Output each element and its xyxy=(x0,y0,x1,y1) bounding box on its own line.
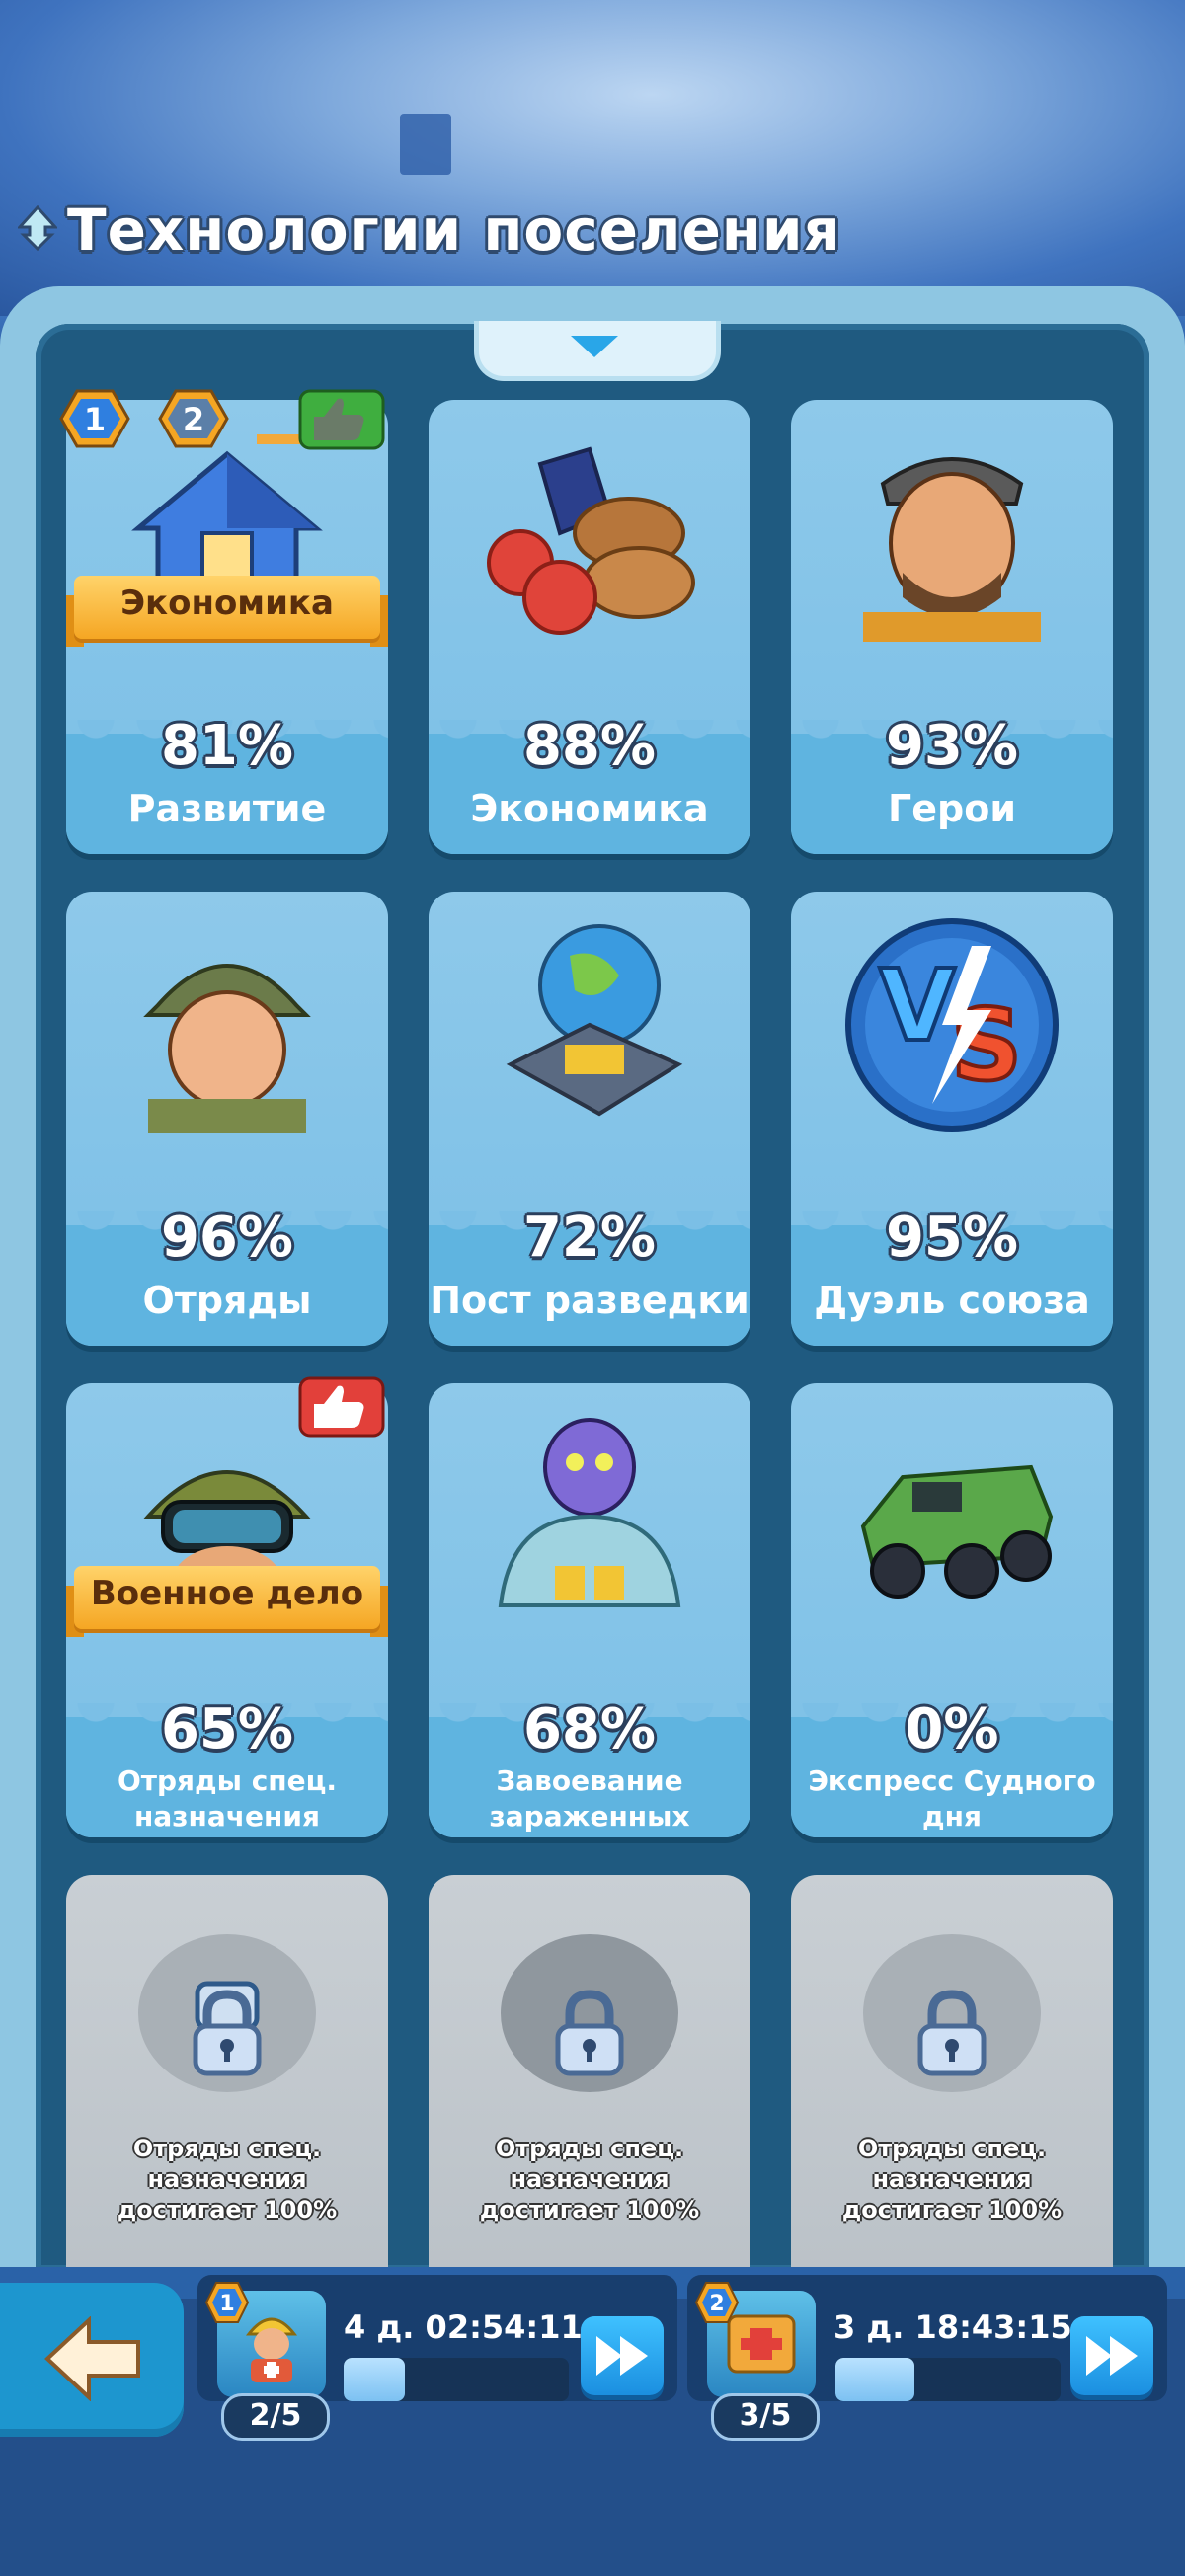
thumbs-up-icon[interactable] xyxy=(298,387,385,452)
card-title: Герои xyxy=(888,787,1016,830)
tech-card-economy[interactable]: 88% Экономика xyxy=(429,400,750,854)
queue-progress-bar xyxy=(344,2358,569,2401)
tech-card-special-forces[interactable]: Военное дело 65% Отряды спец. назначения xyxy=(66,1383,388,1837)
queue-progress-fill xyxy=(344,2358,405,2401)
tech-card-locked[interactable]: Отряды спец. назначения достигает 100% xyxy=(66,1875,388,2329)
speed-up-button[interactable] xyxy=(581,2316,664,2395)
progress-percent: 0% xyxy=(905,1697,999,1761)
svg-text:2: 2 xyxy=(709,2292,724,2316)
tech-card-infected-conquest[interactable]: 68% Завоевание зараженных xyxy=(429,1383,750,1837)
category-ribbon: Военное дело xyxy=(66,1566,388,1643)
category-ribbon: Экономика xyxy=(66,576,388,653)
queue-number-badge: 2 xyxy=(694,2282,740,2323)
background-decor xyxy=(400,114,451,175)
soldier-icon xyxy=(143,964,311,1133)
thumbs-up-icon[interactable] xyxy=(298,1374,385,1440)
card-title: Отряды спец. назначения xyxy=(117,1764,338,1833)
arrow-left-icon xyxy=(44,2316,140,2401)
progress-percent: 96% xyxy=(160,1206,294,1270)
queue-progress-bar xyxy=(835,2358,1061,2401)
armored-truck-icon xyxy=(860,1464,1054,1599)
chevron-down-icon[interactable] xyxy=(571,336,618,357)
unlock-requirement: Отряды спец. назначения достигает 100% xyxy=(479,2135,700,2224)
versus-icon: V S xyxy=(845,918,1059,1132)
card-title: Экспресс Судного дня xyxy=(808,1764,1096,1833)
progress-percent: 81% xyxy=(160,714,294,778)
speed-up-button[interactable] xyxy=(1070,2316,1153,2395)
lock-icon xyxy=(917,1990,987,2076)
badge-2-icon: 2 xyxy=(158,389,229,448)
svg-text:V: V xyxy=(879,948,955,1063)
tech-card-heroes[interactable]: 93% Герои xyxy=(791,400,1113,854)
queue-count: 2/5 xyxy=(221,2393,330,2441)
resources-icon xyxy=(487,446,695,635)
queue-timer: 4 д. 02:54:11 xyxy=(344,2308,583,2346)
svg-text:2: 2 xyxy=(183,401,204,438)
tech-card-outpost[interactable]: 72% Пост разведки xyxy=(429,892,750,1346)
tree-arrow-icon xyxy=(18,205,57,252)
badge-1-icon: 1 xyxy=(59,389,130,448)
tech-card-locked[interactable]: Отряды спец. назначения достигает 100% xyxy=(429,1875,750,2329)
progress-percent: 68% xyxy=(522,1697,657,1761)
progress-percent: 95% xyxy=(885,1206,1019,1270)
card-title: Экономика xyxy=(470,787,709,830)
lock-icon xyxy=(193,1990,262,2076)
unlock-requirement: Отряды спец. назначения достигает 100% xyxy=(841,2135,1063,2224)
card-title: Дуэль союза xyxy=(814,1279,1090,1322)
fast-forward-icon xyxy=(596,2336,648,2376)
queue-progress-fill xyxy=(835,2358,914,2401)
page-title: Технологии поселения xyxy=(67,196,841,264)
queue-timer: 3 д. 18:43:15 xyxy=(833,2308,1072,2346)
svg-text:1: 1 xyxy=(84,401,106,438)
page-title-bar: Технологии поселения xyxy=(18,195,841,265)
svg-text:1: 1 xyxy=(219,2292,234,2316)
card-title: Развитие xyxy=(127,787,327,830)
lock-icon xyxy=(555,1990,624,2076)
unlock-requirement: Отряды спец. назначения достигает 100% xyxy=(117,2135,338,2224)
progress-percent: 88% xyxy=(522,714,657,778)
tech-card-doomsday-express[interactable]: 0% Экспресс Судного дня xyxy=(791,1383,1113,1837)
card-title: Пост разведки xyxy=(430,1279,750,1322)
progress-percent: 65% xyxy=(160,1697,294,1761)
tech-card-locked[interactable]: Отряды спец. назначения достигает 100% xyxy=(791,1875,1113,2329)
tech-card-alliance-duel[interactable]: V S 95% Дуэль союза xyxy=(791,892,1113,1346)
hero-portrait-icon xyxy=(863,457,1041,642)
queue-number-badge: 1 xyxy=(204,2282,250,2323)
tech-card-troops[interactable]: 96% Отряды xyxy=(66,892,388,1346)
queue-count: 3/5 xyxy=(711,2393,820,2441)
globe-outpost-icon xyxy=(506,924,683,1117)
progress-percent: 93% xyxy=(885,714,1019,778)
card-title: Отряды xyxy=(142,1279,312,1322)
progress-percent: 72% xyxy=(522,1206,657,1270)
back-button[interactable] xyxy=(0,2283,184,2437)
background-sky xyxy=(0,0,1185,316)
card-title: Завоевание зараженных xyxy=(489,1764,690,1833)
tech-card-development[interactable]: Экономика 81% Развитие xyxy=(66,400,388,854)
zombie-icon xyxy=(498,1418,681,1607)
fast-forward-icon xyxy=(1086,2336,1138,2376)
